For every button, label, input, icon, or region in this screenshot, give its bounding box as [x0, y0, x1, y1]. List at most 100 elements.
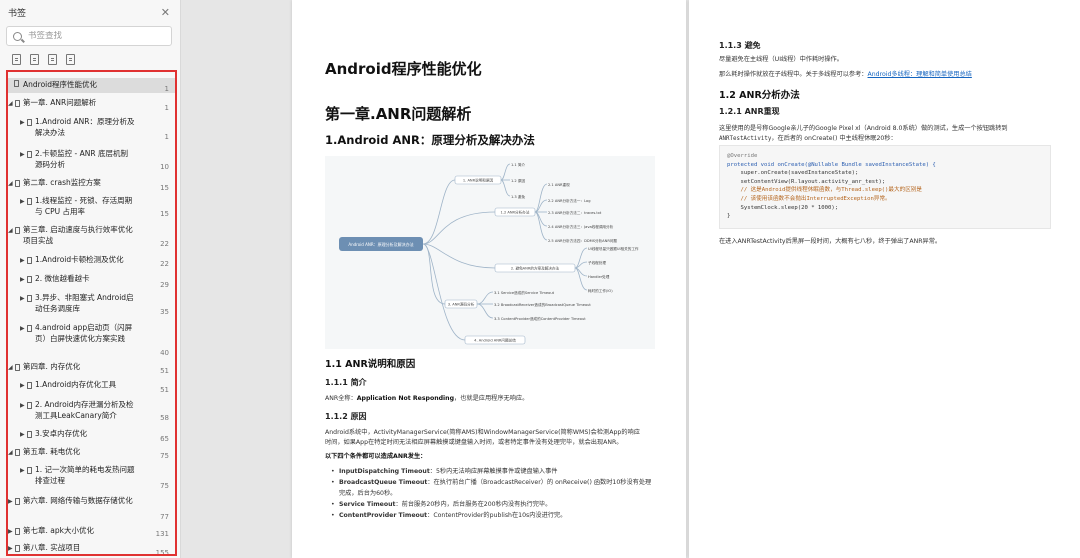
- bookmark-icon: [27, 295, 32, 302]
- add-bookmark-icon[interactable]: [48, 54, 57, 65]
- sidebar-toolbar: [0, 46, 180, 72]
- bookmark-icon: [27, 467, 32, 474]
- toc-item[interactable]: ▶ 第六章. 网络传输与数据存储优化 77: [8, 496, 175, 522]
- code-block: @Override protected void onCreate(@Nullab…: [719, 145, 1051, 229]
- toc-item[interactable]: ▶ 4.android app启动页（闪屏页）白屏快速优化方案实践 40: [8, 323, 175, 359]
- bookmark-search[interactable]: [6, 26, 172, 46]
- expand-arrow-icon[interactable]: ▶: [8, 544, 13, 554]
- paragraph: 尽量避免在主线程（UI线程）中作耗时操作。: [719, 56, 843, 63]
- bookmark-icon: [27, 119, 32, 126]
- toc-item[interactable]: ◢ 第四章. 内存优化 51: [8, 362, 175, 377]
- bookmark-icon: [27, 431, 32, 438]
- mindmap-leaf: 3.1 Service造成的Service Timeout: [494, 290, 555, 295]
- expand-arrow-icon[interactable]: ▶: [20, 466, 25, 477]
- subsection-heading: 1.2.1 ANR重现: [719, 107, 780, 116]
- subsection-heading: 1.1.3 避免: [719, 41, 761, 50]
- bookmark-search-input[interactable]: [28, 31, 165, 41]
- collapse-arrow-icon[interactable]: ◢: [8, 226, 13, 237]
- toc-item[interactable]: ◢ 第三章. 启动速度与执行效率优化项目实战 22: [8, 225, 175, 251]
- expand-arrow-icon[interactable]: ▶: [8, 527, 13, 538]
- mindmap-leaf: 子线程处理: [588, 260, 606, 265]
- bookmark-icon: [15, 364, 20, 371]
- list-item-continuation: 完成，后台为60秒。: [339, 490, 397, 497]
- bookmark-icon: [15, 498, 20, 505]
- toc-item[interactable]: ▶ 3.异步、非阻塞式 Android启动任务调度库 35: [8, 293, 175, 319]
- toc-item[interactable]: ▶ 3.安卓内存优化 65: [8, 429, 175, 444]
- toc-item[interactable]: ▶ 2.卡顿监控 - ANR 底层机制源码分析 10: [8, 149, 175, 175]
- toc-item[interactable]: ▶ 第八章. 实战项目 155: [8, 543, 175, 554]
- collapse-arrow-icon[interactable]: ◢: [8, 179, 13, 190]
- expand-arrow-icon[interactable]: ▶: [20, 275, 25, 286]
- paragraph: ANR全称：Application Not Responding，也就是应用程序…: [325, 395, 529, 402]
- paragraph: 那么耗时操作就放在子线程中。关于多线程可以参考：Android多线程：理解和简单…: [719, 71, 972, 78]
- mindmap-leaf: Handler处理: [588, 274, 610, 279]
- subsection-heading: 1.1.1 简介: [325, 378, 367, 387]
- mindmap-leaf: 2.1 ANR重现: [548, 182, 570, 187]
- expand-arrow-icon[interactable]: ▶: [8, 497, 13, 508]
- bookmark-icon: [15, 100, 20, 107]
- expand-arrow-icon[interactable]: ▶: [20, 118, 25, 129]
- mindmap-branch: 3. ANR源码分析: [448, 302, 475, 307]
- paragraph: 在进入ANRTestActivity后黑屏一段时间，大概有七八秒，终于弹出了AN…: [719, 238, 942, 245]
- paragraph: Android系统中，ActivityManagerService(简称AMS)…: [325, 429, 640, 446]
- expand-arrow-icon[interactable]: ▶: [20, 324, 25, 335]
- mindmap-leaf: 2.3 ANR分析方法二：traces.txt: [548, 210, 602, 215]
- expand-arrow-icon[interactable]: ▶: [20, 401, 25, 412]
- bookmark-icon: [15, 449, 20, 456]
- mindmap-branch: 1. ANR说明和原因: [463, 178, 494, 183]
- expand-arrow-icon[interactable]: ▶: [20, 197, 25, 208]
- toc-item[interactable]: ▶ 1.Android内存优化工具 51: [8, 380, 175, 395]
- bookmark-icon: [27, 402, 32, 409]
- expand-all-icon[interactable]: [12, 54, 21, 65]
- document-title: Android程序性能优化: [325, 60, 482, 78]
- bookmark-icon: [27, 276, 32, 283]
- expand-arrow-icon[interactable]: ▶: [20, 294, 25, 305]
- toc-item[interactable]: ◢ 第二章. crash监控方案 15: [8, 178, 175, 193]
- bookmark-sidebar: 书签 ✕ Android程序性能优化 1 ◢ 第一章. ANR问题解析 1 ▶ …: [0, 0, 181, 558]
- bookmark-icon: [15, 180, 20, 187]
- close-icon[interactable]: ✕: [161, 6, 170, 19]
- bookmark-icon[interactable]: [66, 54, 75, 65]
- collapse-arrow-icon[interactable]: ◢: [8, 99, 13, 110]
- toc-item[interactable]: ▶ 2. Android内存泄漏分析及检测工具LeakCanary简介 58: [8, 400, 175, 426]
- mindmap-leaf: UI线程尽量只做跟UI相关的工作: [588, 246, 639, 251]
- chapter-heading: 第一章.ANR问题解析: [325, 105, 472, 123]
- toc-item[interactable]: ▶ 第七章. apk大小优化 131: [8, 526, 175, 541]
- section-heading: 1.1 ANR说明和原因: [325, 359, 416, 370]
- toc-item[interactable]: ◢ 第五章. 耗电优化 75: [8, 447, 175, 462]
- mindmap-leaf: 2.4 ANR分析方法三：Java线程调用分析: [548, 224, 614, 229]
- bookmark-icon: [15, 545, 20, 552]
- bookmark-icon: [14, 80, 19, 87]
- article-link[interactable]: Android多线程：理解和简单使用总结: [868, 71, 972, 78]
- expand-arrow-icon[interactable]: ▶: [20, 256, 25, 267]
- mindmap-leaf: 1.2 原因: [511, 178, 525, 183]
- toc-item[interactable]: ▶ 1.Android卡顿检测及优化 22: [8, 255, 175, 270]
- subsection-heading: 1.1.2 原因: [325, 412, 367, 421]
- toc-item[interactable]: ▶ 1. 记一次简单的耗电发热问题排查过程 75: [8, 465, 175, 491]
- bookmark-icon: [27, 151, 32, 158]
- mindmap-leaf: 2.2 ANR分析方法一：Log: [548, 198, 590, 203]
- list-item: Service Timeout：前台服务20秒内，后台服务在200秒内没有执行完…: [331, 500, 664, 510]
- expand-arrow-icon[interactable]: ▶: [20, 150, 25, 161]
- list-item: InputDispatching Timeout：5秒内无法响应屏幕触摸事件或键…: [331, 467, 664, 477]
- mindmap-branch: 2. 避免ANR的方案及解决办法: [511, 266, 560, 271]
- toc-item[interactable]: ▶ 2. 微信越看越卡 29: [8, 274, 175, 289]
- bookmark-icon: [15, 528, 20, 535]
- toc-item[interactable]: ◢ 第一章. ANR问题解析 1: [8, 98, 175, 113]
- expand-arrow-icon[interactable]: ▶: [20, 430, 25, 441]
- collapse-arrow-icon[interactable]: ◢: [8, 448, 13, 459]
- document-page-right: 1.1.3 避免 尽量避免在主线程（UI线程）中作耗时操作。 那么耗时操作就放在…: [689, 0, 1080, 558]
- toc-item[interactable]: ▶ 1.Android ANR：原理分析及解决办法 1: [8, 117, 175, 145]
- paragraph: 以下四个条件都可以造成ANR发生：: [325, 453, 427, 460]
- mindmap-leaf: 2.5 ANR分析方法四：DDMS分析ANR问题: [548, 238, 617, 243]
- sidebar-title: 书签: [8, 8, 27, 19]
- toc-item[interactable]: Android程序性能优化 1: [8, 78, 175, 93]
- collapse-arrow-icon[interactable]: ◢: [8, 363, 13, 374]
- document-page-left: Android程序性能优化 第一章.ANR问题解析 1.Android ANR：…: [292, 0, 686, 558]
- collapse-all-icon[interactable]: [30, 54, 39, 65]
- mindmap-leaf: 耗时的工作(IO): [588, 288, 613, 293]
- search-icon: [13, 31, 22, 41]
- expand-arrow-icon[interactable]: ▶: [20, 381, 25, 392]
- toc-item[interactable]: ▶ 1.线程监控 - 死锁、存活周期与 CPU 占用率 15: [8, 196, 175, 222]
- list-item: BroadcastQueue Timeout：在执行前台广播（Broadcast…: [331, 478, 664, 488]
